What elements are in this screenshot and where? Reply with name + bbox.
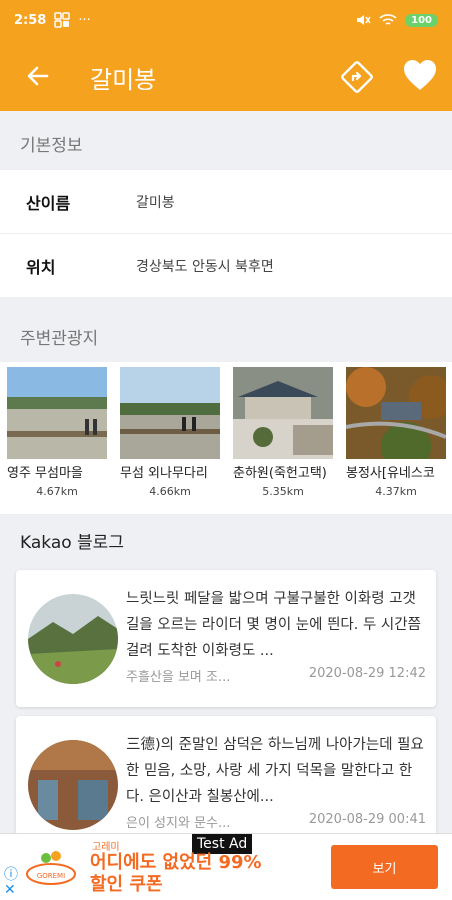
blog-snippet: 三德)의 준말인 삼덕은 하느님께 나아가는데 필요한 믿음, 소망, 사랑 세… [126,737,424,805]
nearby-item[interactable]: 무섬 외나무다리 4.66km [120,367,220,498]
blog-meta: 주흘산을 보며 조... 2020-08-29 12:42 [126,666,426,685]
blog-source: 은이 성지와 문수... [126,816,231,831]
test-ad-label: Test Ad [192,834,253,854]
app-bar: 갈미봉 [0,40,452,111]
nearby-photo [233,367,333,459]
nearby-name: 춘하원(죽헌고택) [233,466,327,481]
directions-button[interactable] [338,58,376,96]
mute-icon [357,15,371,25]
status-bar: 2:58 ··· 100 [0,0,452,40]
blog-thumbnail [28,594,118,684]
battery-indicator: 100 [405,13,438,27]
ad-headline-line: 할인 쿠폰 [90,874,163,895]
blog-date: 2020-08-29 12:42 [308,666,426,681]
nearby-distance: 4.66km [149,485,191,498]
status-time: 2:58 [14,12,47,28]
blog-post[interactable]: 느릿느릿 페달을 밟으며 구불구불한 이화령 고갯길을 오르는 라이더 몇 명이… [16,570,436,707]
nearby-item[interactable]: 춘하원(죽헌고택) 5.35km [233,367,333,498]
back-arrow-icon [27,66,49,86]
info-row-name: 산이름 갈미봉 [0,170,452,234]
top-bar: 2:58 ··· 100 갈미봉 [0,0,452,111]
ad-brand: 고레미 [92,842,120,853]
nearby-photo [346,367,446,459]
blog-thumbnail [28,740,118,830]
back-button[interactable] [20,58,56,94]
blog-meta: 은이 성지와 문수... 2020-08-29 00:41 [126,812,426,831]
info-label: 위치 [26,257,56,277]
ad-close-icon[interactable]: ✕ [4,882,16,898]
wifi-icon [379,14,397,25]
basic-info-card: 산이름 갈미봉 위치 경상북도 안동시 북후면 [0,170,452,298]
nearby-item[interactable]: 영주 무섬마을 4.67km [7,367,107,498]
nearby-item[interactable]: 봉정사[유네스코 4.37km [346,367,446,498]
nearby-distance: 4.67km [36,485,78,498]
ad-logo-text: GOREMI [37,872,65,880]
notification-icon [54,12,71,28]
basic-info-header: 기본정보 [0,121,452,167]
ad-cta-button[interactable]: 보기 [331,845,438,889]
heart-icon [404,60,436,90]
favorite-button[interactable] [402,58,440,96]
page-title: 갈미봉 [90,66,157,94]
nearby-name: 봉정사[유네스코 [346,466,435,481]
nearby-distance: 4.37km [375,485,417,498]
info-value: 경상북도 안동시 북후면 [136,258,274,275]
more-dots-icon: ··· [78,12,91,28]
nearby-distance: 5.35km [262,485,304,498]
ad-info-icon[interactable]: ⓘ [4,864,18,884]
ad-headline: 어디에도 없었던 99% 할인 쿠폰 [90,852,262,896]
blog-date: 2020-08-29 00:41 [308,812,426,827]
nearby-name: 무섬 외나무다리 [120,466,208,481]
ad-headline-line: 어디에도 없었던 99% [90,852,262,873]
info-row-location: 위치 경상북도 안동시 북후면 [0,234,452,298]
ad-banner[interactable]: Test Ad ⓘ ✕ GOREMI 고레미 어디에도 없었던 99% 할인 쿠… [0,833,452,900]
info-label: 산이름 [26,193,71,213]
directions-icon [341,61,373,93]
nearby-header: 주변관광지 [0,314,452,360]
blog-snippet: 느릿느릿 페달을 밟으며 구불구불한 이화령 고갯길을 오르는 라이더 몇 명이… [126,591,421,659]
blog-header: Kakao 블로그 [0,518,452,564]
ad-logo: GOREMI [26,844,76,894]
blog-post[interactable]: 三德)의 준말인 삼덕은 하느님께 나아가는데 필요한 믿음, 소망, 사랑 세… [16,716,436,836]
nearby-photo [120,367,220,459]
info-value: 갈미봉 [136,194,175,211]
nearby-name: 영주 무섬마을 [7,466,83,481]
nearby-photo [7,367,107,459]
nearby-strip: 영주 무섬마을 4.67km 무섬 외나무다리 4.66km 춘하원(죽헌고택)… [0,362,452,514]
blog-source: 주흘산을 보며 조... [126,670,231,685]
